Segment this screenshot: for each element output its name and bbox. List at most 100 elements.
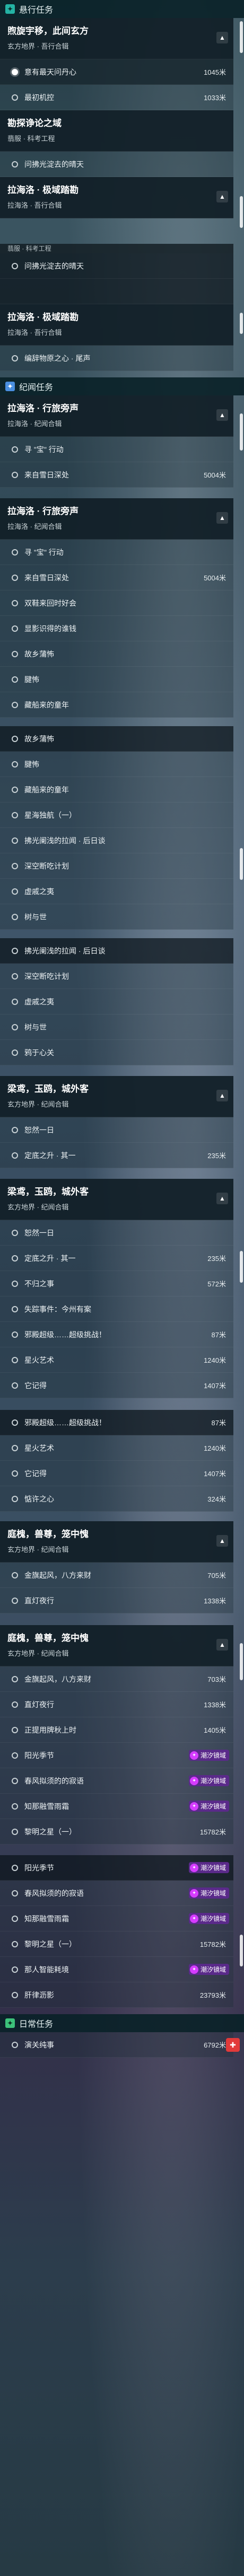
quest-step-row[interactable]: 深空断吃计划: [0, 853, 233, 879]
quest-step-row[interactable]: 直灯夜行 1338米: [0, 1588, 233, 1613]
quest-step-row[interactable]: 直灯夜行 1338米: [0, 1692, 233, 1717]
quest-header[interactable]: 拉海洛 · 行旅旁声 拉海洛 · 纪闻合辑 ▲: [0, 395, 233, 437]
scrollbar-thumb[interactable]: [240, 1643, 243, 1680]
quest-step-row[interactable]: 恕然一日: [0, 1117, 233, 1143]
chevron-up-icon[interactable]: ▲: [216, 409, 228, 421]
quest-step-row[interactable]: 藏船来的童年: [0, 692, 233, 718]
quest-step-row[interactable]: 来自雪日深处 5004米: [0, 565, 233, 590]
quest-step-row[interactable]: 黎明之星（一） 15782米: [0, 1931, 233, 1957]
chevron-up-icon[interactable]: ▲: [216, 32, 228, 43]
quest-step-row[interactable]: 星海独航（一）: [0, 802, 233, 828]
quest-step-row[interactable]: 那人智能耗境 ✦ 潮汐镜域: [0, 1957, 233, 1982]
quest-step-row[interactable]: 恕然一日: [0, 1220, 233, 1246]
chevron-up-icon[interactable]: ▲: [216, 512, 228, 524]
radio-marker: [12, 1444, 18, 1451]
step-label: 恕然一日: [24, 1125, 54, 1134]
chevron-up-icon[interactable]: ▲: [216, 1639, 228, 1651]
chevron-up-icon[interactable]: ▲: [216, 1090, 228, 1101]
quest-step-row[interactable]: 显影识得的谁钱: [0, 616, 233, 641]
quest-header[interactable]: 拉海洛 · 行旅旁声 拉海洛 · 纪闻合辑 ▲: [0, 498, 233, 540]
quest-step-row[interactable]: 虚戚之夷: [0, 879, 233, 904]
section-header-daily[interactable]: ✦ 悬行任务: [0, 0, 244, 18]
quest-step-row[interactable]: 失踪事件：今州有案: [0, 1296, 233, 1322]
gift-icon[interactable]: ✚: [226, 2038, 240, 2052]
quest-step-row[interactable]: 春风拟须的的寂语 ✦ 潮汐镜域: [0, 1881, 233, 1906]
quest-header[interactable]: 勘探诤论之域 翡服 · 科考工程: [0, 110, 233, 152]
quest-step-row[interactable]: 鸦于心关: [0, 1040, 233, 1065]
chevron-up-icon[interactable]: ▲: [216, 1193, 228, 1204]
quest-step-row[interactable]: 金旗起风，八方来财 705米: [0, 1563, 233, 1588]
step-distance: 1407米: [204, 1382, 226, 1390]
quest-step-row[interactable]: 拂光阑浅的拉闻 · 后日谈: [0, 828, 233, 853]
step-label: 腱怖: [24, 760, 39, 769]
step-label: 星火艺术: [24, 1443, 54, 1452]
scrollbar-thumb[interactable]: [240, 413, 243, 451]
scrollbar-thumb[interactable]: [240, 313, 243, 334]
scrollbar-thumb[interactable]: [240, 196, 243, 228]
quest-step-row[interactable]: 寻 "宝" 行动: [0, 437, 233, 462]
quest-step-row[interactable]: 双鞋来回时好会: [0, 590, 233, 616]
quest-step-row[interactable]: 虚戚之夷: [0, 989, 233, 1014]
quest-step-row[interactable]: 它记得 1407米: [0, 1461, 233, 1486]
quest-step-row[interactable]: 问拂光淀去的晴天: [0, 253, 233, 279]
quest-header[interactable]: 梁鸢，玉鸥，城外客 玄方地界 · 纪闻合辑 ▲: [0, 1076, 233, 1117]
chevron-up-icon[interactable]: ▲: [216, 1535, 228, 1547]
quest-step-row[interactable]: 树与世: [0, 904, 233, 930]
chevron-up-icon[interactable]: ▲: [216, 191, 228, 202]
scrollbar-thumb[interactable]: [240, 848, 243, 880]
badge-label: 潮汐镜域: [200, 1864, 226, 1872]
quest-step-row[interactable]: 邪殿超级……超级挑战！ 87米: [0, 1322, 233, 1347]
quest-step-row[interactable]: 故乡蒲怖: [0, 641, 233, 667]
quest-header[interactable]: 庭槐，兽尊，笼中愧 玄方地界 · 纪闻合辑 ▲: [0, 1625, 233, 1666]
quest-title: 煦旋宇移，此间玄方: [7, 26, 89, 36]
scrollbar-thumb[interactable]: [240, 21, 243, 53]
quest-step-row[interactable]: 来自雪日深处 5004米: [0, 462, 233, 488]
quest-step-row[interactable]: 不归之事 572米: [0, 1271, 233, 1296]
quest-step-row[interactable]: 最初机控 1033米: [0, 85, 233, 110]
quest-step-row[interactable]: 问拂光淀去的晴天: [0, 152, 233, 177]
quest-step-row[interactable]: 正提用牌秋上时 1405米: [0, 1717, 233, 1743]
quest-step-row[interactable]: 藏船来的童年: [0, 777, 233, 802]
quest-step-row[interactable]: 金旗起风，八方来财 703米: [0, 1666, 233, 1692]
quest-step-row[interactable]: 阳光季节 ✦ 潮汐镜域: [0, 1743, 233, 1768]
quest-step-row[interactable]: 定底之升 · 其一 235米: [0, 1246, 233, 1271]
scrollbar-thumb[interactable]: [240, 1251, 243, 1283]
radio-marker: [12, 1890, 18, 1896]
quest-step-row[interactable]: 惦许之心 324米: [0, 1486, 233, 1512]
step-distance: 23793米: [199, 1991, 226, 1999]
section-header-routine[interactable]: ✦ 日常任务: [0, 2014, 244, 2032]
quest-header[interactable]: 拉海洛 · 极域踏勘 拉海洛 · 吾行合辑 ▲: [0, 177, 233, 218]
scrollbar-thumb[interactable]: [240, 1935, 243, 1966]
quest-step-row[interactable]: 春风拟须的的寂语 ✦ 潮汐镜域: [0, 1768, 233, 1794]
quest-step-row[interactable]: 知那融雪雨霜 ✦ 潮汐镜域: [0, 1906, 233, 1931]
quest-step-row[interactable]: 腱怖: [0, 752, 233, 777]
quest-step-row[interactable]: 寻 "宝" 行动: [0, 540, 233, 565]
quest-header[interactable]: 梁鸢，玉鸥，城外客 玄方地界 · 纪闻合辑 ▲: [0, 1179, 233, 1220]
section-header-legend[interactable]: ✦ 纪闻任务: [0, 377, 244, 395]
quest-step-row[interactable]: 编辞物原之心 · 尾声: [0, 346, 233, 371]
step-distance: 15782米: [199, 1828, 226, 1836]
quest-step-row[interactable]: 星火艺术 1240米: [0, 1347, 233, 1373]
quest-header[interactable]: 煦旋宇移，此间玄方 玄方地界 · 吾行合辑 ▲: [0, 18, 233, 59]
quest-header[interactable]: 拉海洛 · 极域踏勘 拉海洛 · 吾行合辑: [0, 304, 233, 346]
step-label: 惦许之心: [24, 1494, 54, 1503]
quest-step-row[interactable]: 腱怖: [0, 667, 233, 692]
quest-step-row[interactable]: 黎明之星（一） 15782米: [0, 1819, 233, 1845]
quest-step-row[interactable]: 阳光季节 ✦ 潮汐镜域: [0, 1855, 233, 1881]
quest-step-row[interactable]: 意有最天问丹心 1045米: [0, 59, 233, 85]
quest-step-row[interactable]: 知那融雪雨霜 ✦ 潮汐镜域: [0, 1794, 233, 1819]
quest-step-row[interactable]: 演关纯事 6792米: [0, 2032, 233, 2058]
quest-step-row[interactable]: 邪殿超级……超级挑战！ 87米: [0, 1410, 233, 1435]
quest-step-row[interactable]: 拂光阑浅的拉闻 · 后日谈: [0, 938, 233, 964]
quest-step-row[interactable]: 深空断吃计划: [0, 964, 233, 989]
radio-marker: [12, 1940, 18, 1947]
radio-marker: [12, 1701, 18, 1708]
quest-step-row[interactable]: 树与世: [0, 1014, 233, 1040]
step-label: 星火艺术: [24, 1355, 54, 1364]
quest-step-row[interactable]: 它记得 1407米: [0, 1373, 233, 1398]
quest-step-row[interactable]: 星火艺术 1240米: [0, 1435, 233, 1461]
quest-step-row[interactable]: 定底之升 · 其一 235米: [0, 1143, 233, 1168]
quest-step-row[interactable]: 故乡蒲怖: [0, 726, 233, 752]
quest-header[interactable]: 庭槐，兽尊，笼中愧 玄方地界 · 纪闻合辑 ▲: [0, 1521, 233, 1563]
quest-step-row[interactable]: 肝律沥影 23793米: [0, 1982, 233, 2008]
